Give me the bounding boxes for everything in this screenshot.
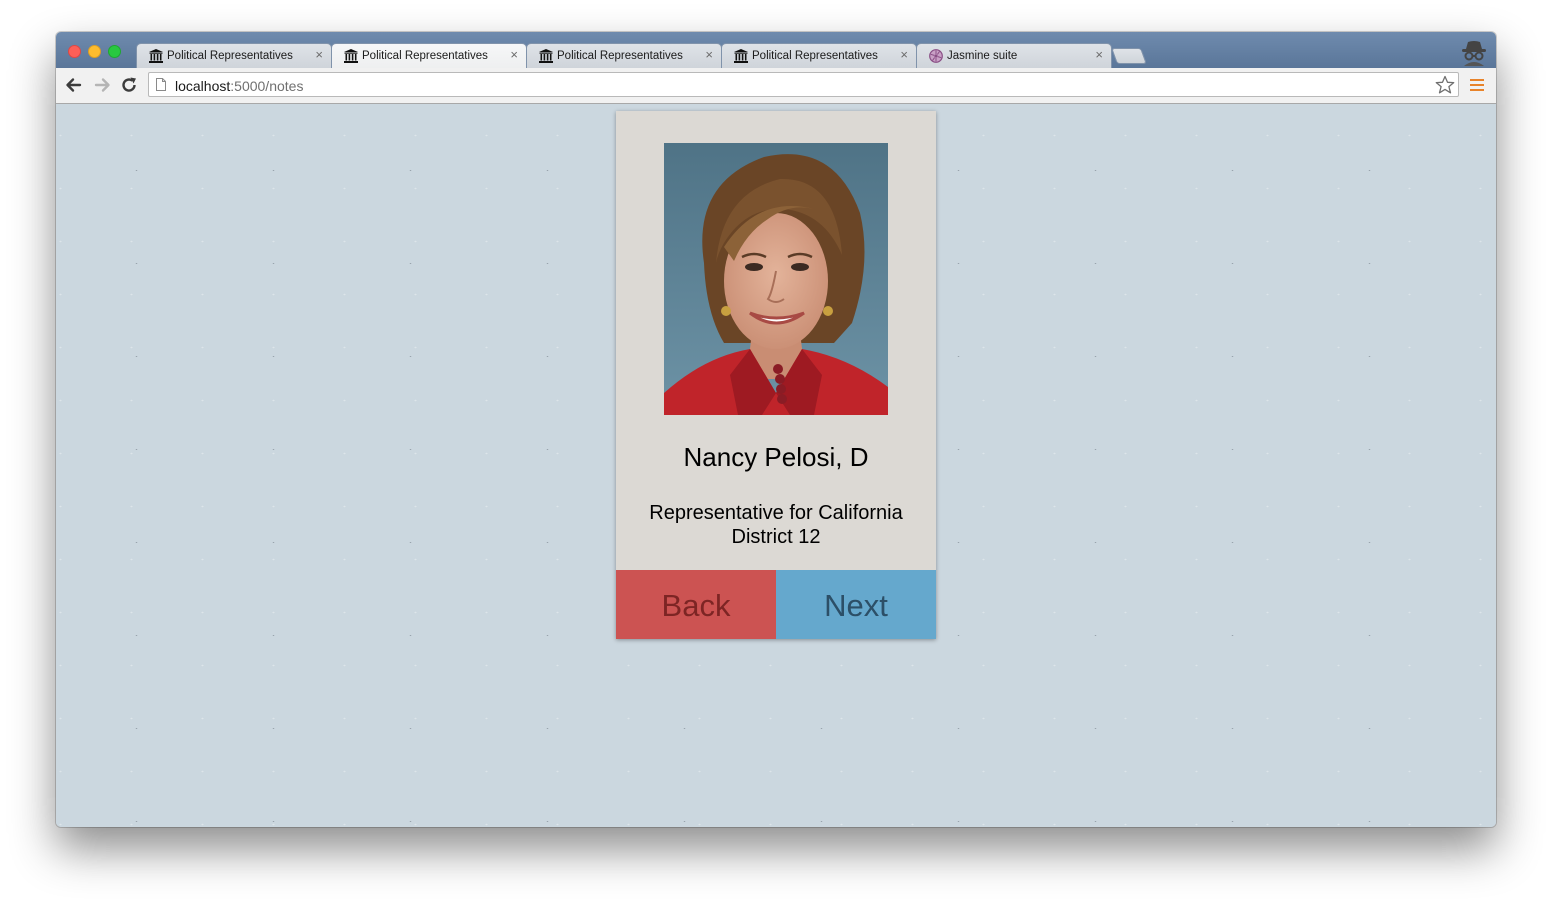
tab-close-icon[interactable]: × [900, 47, 908, 62]
representative-card: Nancy Pelosi, D Representative for Calif… [616, 111, 936, 639]
back-button[interactable]: Back [616, 570, 776, 639]
representative-portrait [664, 143, 888, 415]
tab-political-representatives-4[interactable]: Political Representatives × [721, 43, 917, 68]
page-icon [156, 78, 166, 91]
institution-icon [344, 49, 358, 63]
tab-title: Political Representatives [167, 50, 293, 62]
tab-political-representatives-2[interactable]: Political Representatives × [331, 43, 527, 68]
tab-strip: Political Representatives × Political Re… [56, 32, 1496, 68]
forward-arrow-icon[interactable] [92, 75, 112, 95]
representative-name: Nancy Pelosi, D [683, 442, 869, 472]
institution-icon [539, 49, 553, 63]
page-content: Nancy Pelosi, D Representative for Calif… [56, 104, 1496, 827]
tab-title: Political Representatives [752, 50, 878, 62]
address-bar[interactable]: localhost:5000/notes [148, 72, 1459, 97]
tab-title: Political Representatives [557, 50, 683, 62]
url-text: localhost:5000/notes [175, 78, 303, 94]
tab-political-representatives-1[interactable]: Political Representatives × [136, 43, 332, 68]
browser-toolbar: localhost:5000/notes [56, 68, 1496, 104]
institution-icon [734, 49, 748, 63]
back-arrow-icon[interactable] [64, 75, 84, 95]
incognito-icon [1462, 41, 1486, 66]
tab-close-icon[interactable]: × [510, 47, 518, 62]
tab-political-representatives-3[interactable]: Political Representatives × [526, 43, 722, 68]
reload-icon[interactable] [119, 75, 139, 95]
close-window-button[interactable] [68, 45, 81, 58]
next-button[interactable]: Next [776, 570, 936, 639]
institution-icon [149, 49, 163, 63]
url-path: :5000/notes [230, 78, 304, 94]
url-host: localhost [175, 78, 231, 94]
bookmark-star-icon[interactable] [1435, 75, 1455, 95]
jasmine-icon [929, 49, 943, 63]
representative-title: Representative for California District 1… [649, 502, 903, 548]
minimize-window-button[interactable] [88, 45, 101, 58]
tab-title: Political Representatives [362, 50, 488, 62]
portrait-image [664, 143, 888, 415]
new-tab-button[interactable] [1111, 48, 1147, 64]
tab-close-icon[interactable]: × [315, 47, 323, 62]
tab-close-icon[interactable]: × [1095, 47, 1103, 62]
browser-window: Political Representatives × Political Re… [56, 32, 1496, 827]
tab-title: Jasmine suite [947, 50, 1018, 62]
tab-close-icon[interactable]: × [705, 47, 713, 62]
zoom-window-button[interactable] [108, 45, 121, 58]
menu-icon[interactable] [1470, 79, 1484, 92]
tab-jasmine-suite[interactable]: Jasmine suite × [916, 43, 1112, 68]
